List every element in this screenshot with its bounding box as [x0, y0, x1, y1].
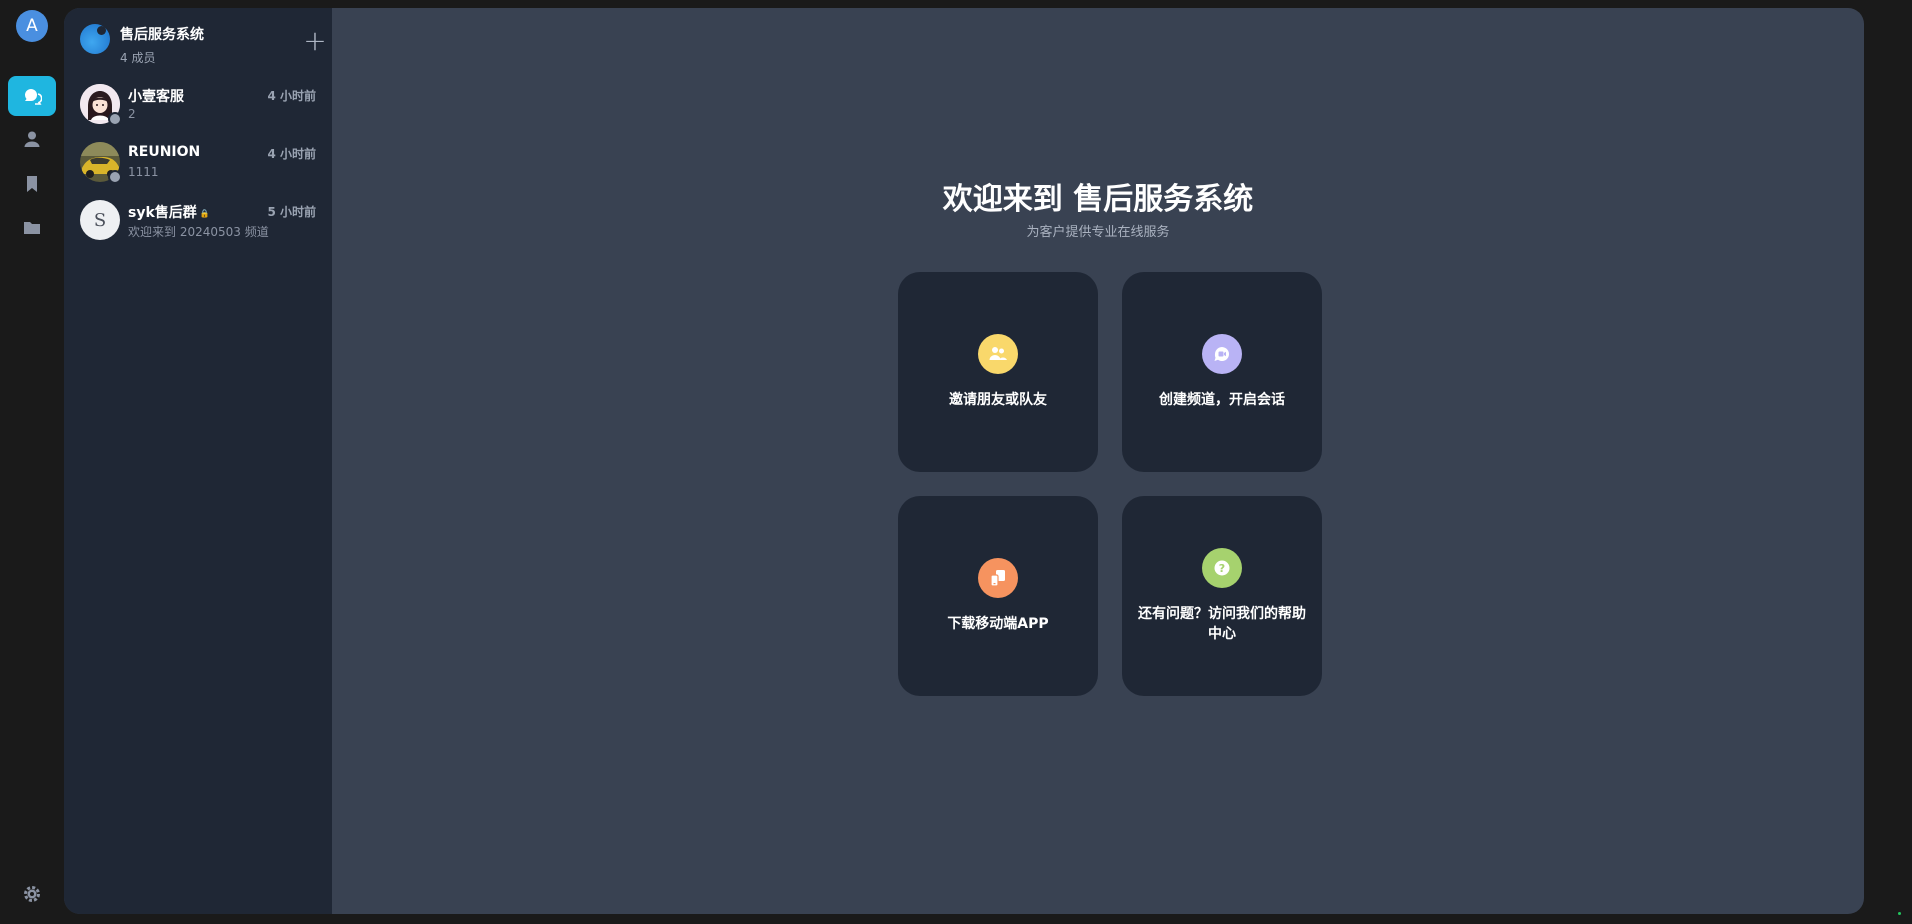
group-logo	[80, 24, 110, 54]
files-nav-button[interactable]	[8, 208, 56, 248]
conversation-time: 4 小时前	[267, 89, 316, 103]
presence-status	[108, 170, 122, 184]
create-channel-label: 创建频道，开启会话	[1159, 392, 1285, 408]
conversation-time: 5 小时前	[267, 205, 316, 219]
lock-icon: 🔒	[199, 208, 210, 218]
help-icon: ?	[1202, 548, 1242, 588]
create-channel-card[interactable]: 创建频道，开启会话	[1122, 272, 1322, 472]
conversation-name-text: syk售后群	[128, 205, 197, 221]
welcome-subtitle: 为客户提供专业在线服务	[1026, 225, 1170, 240]
bookmark-icon	[27, 176, 37, 192]
add-icon[interactable]: +	[303, 27, 327, 55]
welcome-area: 欢迎来到 售后服务系统 为客户提供专业在线服务 邀请朋友或队友 创建频道，开启会…	[332, 8, 1864, 914]
download-app-card[interactable]: 下载移动端APP	[898, 496, 1098, 696]
download-app-label: 下载移动端APP	[947, 616, 1049, 632]
conversation-last-message: 欢迎来到 20240503 频道	[128, 225, 269, 239]
status-dot	[1898, 912, 1901, 915]
create-channel-icon	[1202, 334, 1242, 374]
contacts-icon	[24, 131, 40, 147]
group-member-count: 4 成员	[120, 51, 156, 65]
user-avatar[interactable]: A	[16, 10, 48, 42]
conversation-sidebar: 售后服务系统 4 成员 + 小壹客服 4 小时前 2 REUNION 4 小时前…	[64, 8, 332, 914]
app-rail: A	[0, 0, 64, 924]
channel-avatar: S	[80, 200, 120, 240]
conversation-last-message: 2	[128, 107, 136, 121]
invite-friends-icon	[978, 334, 1018, 374]
conversation-time: 4 小时前	[267, 147, 316, 161]
mobile-app-icon	[978, 558, 1018, 598]
conversation-name: REUNION	[128, 144, 201, 160]
group-header[interactable]: 售后服务系统 4 成员 +	[80, 18, 327, 65]
help-center-label: 还有问题？访问我们的帮助中心	[1138, 606, 1306, 642]
bookmarks-nav-button[interactable]	[8, 164, 56, 204]
svg-text:?: ?	[1219, 562, 1225, 575]
invite-friends-card[interactable]: 邀请朋友或队友	[898, 272, 1098, 472]
conversation-last-message: 1111	[128, 165, 159, 179]
folder-icon	[24, 222, 40, 234]
welcome-title: 欢迎来到 售后服务系统	[942, 182, 1254, 217]
invite-friends-label: 邀请朋友或队友	[949, 392, 1047, 408]
conversation-item[interactable]: S syk售后群 🔒 5 小时前 欢迎来到 20240503 频道	[64, 200, 332, 256]
group-name: 售后服务系统	[120, 27, 204, 43]
conversation-name: syk售后群 🔒	[128, 202, 210, 222]
conversation-item[interactable]: REUNION 4 小时前 1111	[64, 142, 332, 198]
main-panel: 售后服务系统 4 成员 + 小壹客服 4 小时前 2 REUNION 4 小时前…	[64, 8, 1864, 914]
conversation-name: 小壹客服	[128, 89, 184, 105]
contacts-nav-button[interactable]	[8, 119, 56, 159]
chat-icon	[24, 89, 42, 105]
chat-nav-button[interactable]	[8, 76, 56, 116]
conversation-item[interactable]: 小壹客服 4 小时前 2	[64, 84, 332, 140]
settings-icon[interactable]	[22, 884, 42, 904]
presence-status	[108, 112, 122, 126]
help-center-card[interactable]: ? 还有问题？访问我们的帮助中心	[1122, 496, 1322, 696]
